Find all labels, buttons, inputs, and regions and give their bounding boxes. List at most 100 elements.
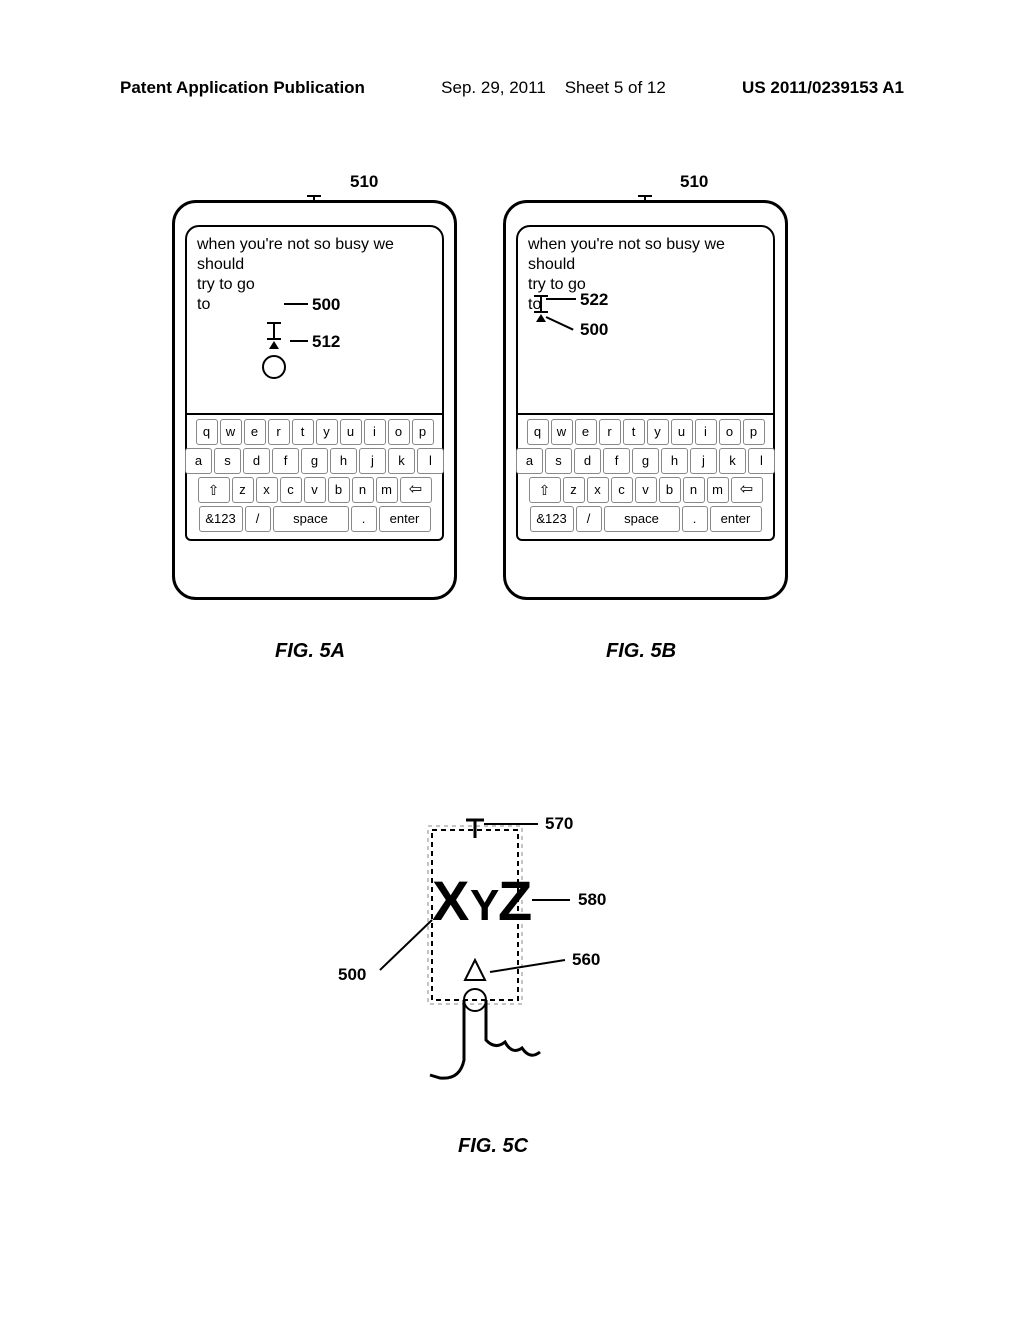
key-u[interactable]: u xyxy=(340,419,362,445)
device-fig5b: when you're not so busy we should try to… xyxy=(503,200,788,600)
leader-510-b-cap xyxy=(638,195,652,197)
key-j[interactable]: j xyxy=(359,448,386,474)
key-i[interactable]: i xyxy=(695,419,717,445)
touch-indicator xyxy=(262,355,286,379)
key-r[interactable]: r xyxy=(599,419,621,445)
key-g[interactable]: g xyxy=(632,448,659,474)
figure-label-5b: FIG. 5B xyxy=(606,640,676,663)
krow4: &123 / space . enter xyxy=(520,506,771,532)
keyboard-a: q w e r t y u i o p a s d f g h j k l z … xyxy=(185,415,444,541)
ref-500-b: 500 xyxy=(580,320,608,340)
text-line: when you're not so busy we xyxy=(197,235,432,255)
key-backspace[interactable] xyxy=(731,477,763,503)
key-o[interactable]: o xyxy=(388,419,410,445)
key-backspace[interactable] xyxy=(400,477,432,503)
key-s[interactable]: s xyxy=(214,448,241,474)
key-m[interactable]: m xyxy=(376,477,398,503)
key-l[interactable]: l xyxy=(748,448,775,474)
key-r[interactable]: r xyxy=(268,419,290,445)
key-z[interactable]: z xyxy=(563,477,585,503)
header-mid: Sep. 29, 2011 Sheet 5 of 12 xyxy=(441,78,666,98)
ref-500-a: 500 xyxy=(312,295,340,315)
svg-text:X: X xyxy=(432,869,469,932)
key-n[interactable]: n xyxy=(352,477,374,503)
key-y[interactable]: y xyxy=(647,419,669,445)
key-l[interactable]: l xyxy=(417,448,444,474)
figure-label-5a: FIG. 5A xyxy=(275,640,345,663)
key-d[interactable]: d xyxy=(574,448,601,474)
key-p[interactable]: p xyxy=(412,419,434,445)
key-z[interactable]: z xyxy=(232,477,254,503)
key-b[interactable]: b xyxy=(328,477,350,503)
key-q[interactable]: q xyxy=(196,419,218,445)
header-sheet: Sheet 5 of 12 xyxy=(565,78,666,97)
key-d[interactable]: d xyxy=(243,448,270,474)
ref-500-c: 500 xyxy=(338,965,366,985)
key-space[interactable]: space xyxy=(604,506,680,532)
key-c[interactable]: c xyxy=(280,477,302,503)
key-dot[interactable]: . xyxy=(351,506,377,532)
ref-570: 570 xyxy=(545,814,573,834)
header-pubtype: Patent Application Publication xyxy=(120,78,365,98)
ref-512: 512 xyxy=(312,332,340,352)
key-k[interactable]: k xyxy=(388,448,415,474)
key-shift[interactable] xyxy=(529,477,561,503)
fig5c-drawing: X Y Z xyxy=(360,810,670,1130)
key-v[interactable]: v xyxy=(304,477,326,503)
key-k[interactable]: k xyxy=(719,448,746,474)
krow1: q w e r t y u i o p xyxy=(189,419,440,445)
key-n[interactable]: n xyxy=(683,477,705,503)
ref-522: 522 xyxy=(580,290,608,310)
key-b[interactable]: b xyxy=(659,477,681,503)
key-c[interactable]: c xyxy=(611,477,633,503)
key-q[interactable]: q xyxy=(527,419,549,445)
krow3: z x c v b n m xyxy=(189,477,440,503)
key-x[interactable]: x xyxy=(256,477,278,503)
svg-text:Z: Z xyxy=(498,869,532,932)
key-i[interactable]: i xyxy=(364,419,386,445)
key-numbers[interactable]: &123 xyxy=(199,506,243,532)
key-f[interactable]: f xyxy=(272,448,299,474)
key-f[interactable]: f xyxy=(603,448,630,474)
key-a[interactable]: a xyxy=(185,448,212,474)
key-w[interactable]: w xyxy=(220,419,242,445)
svg-text:Y: Y xyxy=(470,881,499,930)
key-slash[interactable]: / xyxy=(245,506,271,532)
key-p[interactable]: p xyxy=(743,419,765,445)
key-e[interactable]: e xyxy=(575,419,597,445)
header-date: Sep. 29, 2011 xyxy=(441,78,546,97)
ref-510-b: 510 xyxy=(680,172,708,192)
krow1: q w e r t y u i o p xyxy=(520,419,771,445)
key-y[interactable]: y xyxy=(316,419,338,445)
key-dot[interactable]: . xyxy=(682,506,708,532)
key-space[interactable]: space xyxy=(273,506,349,532)
leader-512 xyxy=(290,340,308,342)
text-area-a[interactable]: when you're not so busy we should try to… xyxy=(185,225,444,415)
key-o[interactable]: o xyxy=(719,419,741,445)
text-line: should xyxy=(197,255,432,275)
device-fig5a: when you're not so busy we should try to… xyxy=(172,200,457,600)
leader-510-a-cap xyxy=(307,195,321,197)
key-u[interactable]: u xyxy=(671,419,693,445)
key-shift[interactable] xyxy=(198,477,230,503)
krow4: &123 / space . enter xyxy=(189,506,440,532)
key-h[interactable]: h xyxy=(661,448,688,474)
key-t[interactable]: t xyxy=(292,419,314,445)
text-cursor[interactable] xyxy=(267,322,281,340)
key-t[interactable]: t xyxy=(623,419,645,445)
key-w[interactable]: w xyxy=(551,419,573,445)
key-x[interactable]: x xyxy=(587,477,609,503)
key-v[interactable]: v xyxy=(635,477,657,503)
ref-580: 580 xyxy=(578,890,606,910)
key-slash[interactable]: / xyxy=(576,506,602,532)
key-h[interactable]: h xyxy=(330,448,357,474)
key-enter[interactable]: enter xyxy=(379,506,431,532)
key-m[interactable]: m xyxy=(707,477,729,503)
key-g[interactable]: g xyxy=(301,448,328,474)
key-e[interactable]: e xyxy=(244,419,266,445)
key-numbers[interactable]: &123 xyxy=(530,506,574,532)
key-enter[interactable]: enter xyxy=(710,506,762,532)
key-j[interactable]: j xyxy=(690,448,717,474)
key-s[interactable]: s xyxy=(545,448,572,474)
key-a[interactable]: a xyxy=(516,448,543,474)
